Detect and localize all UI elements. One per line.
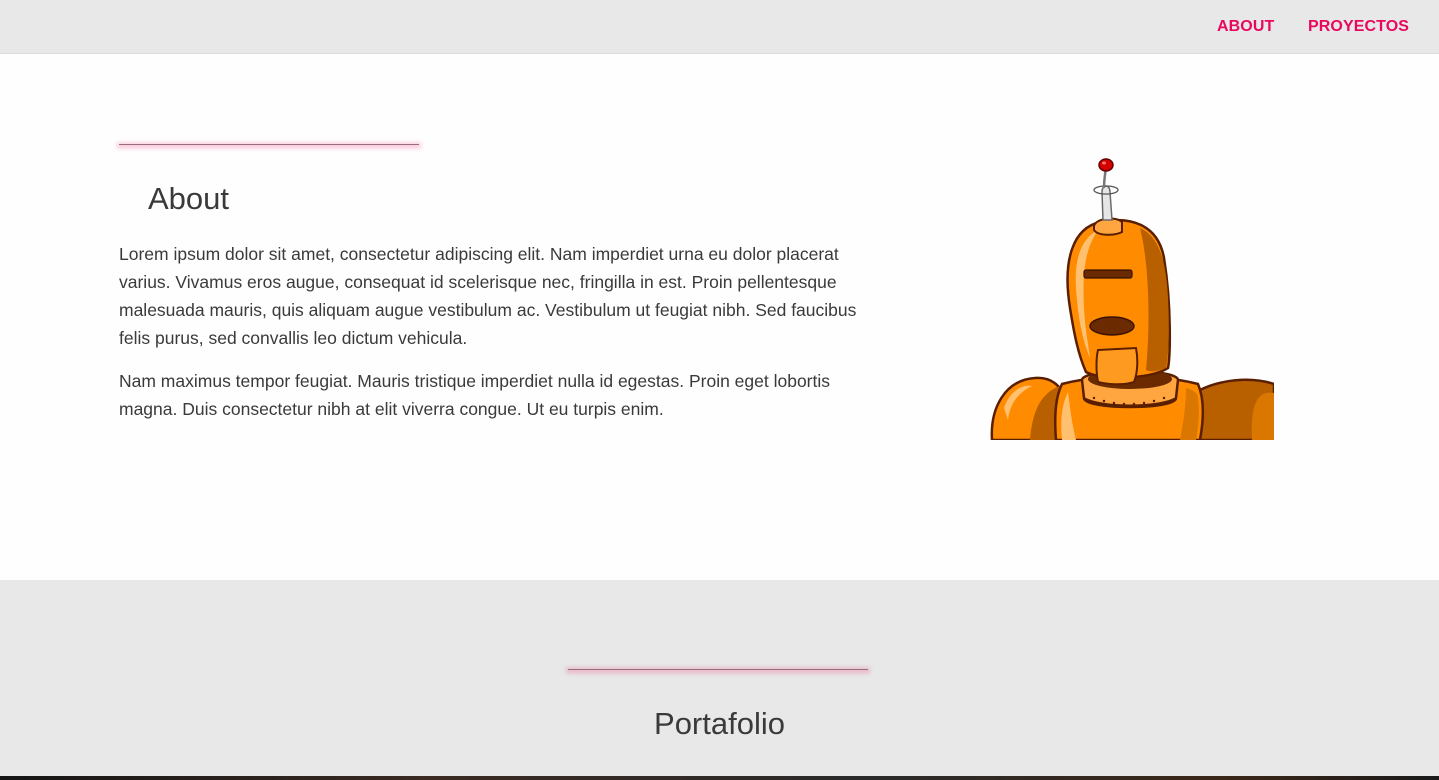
about-paragraph: Lorem ipsum dolor sit amet, consectetur … bbox=[119, 244, 857, 348]
portfolio-title: Portafolio bbox=[654, 706, 785, 741]
about-section: About Lorem ipsum dolor sit amet, consec… bbox=[0, 54, 1439, 580]
top-navbar: ABOUT PROYECTOS bbox=[0, 0, 1439, 54]
nav-link-proyectos[interactable]: PROYECTOS bbox=[1308, 18, 1409, 36]
project-images-strip bbox=[0, 776, 1439, 780]
about-title: About bbox=[148, 181, 230, 216]
about-paragraph: Nam maximus tempor feugiat. Mauris trist… bbox=[119, 371, 831, 419]
portfolio-section: Portafolio bbox=[0, 580, 1439, 776]
nav-link-about[interactable]: ABOUT bbox=[1217, 18, 1274, 36]
about-text: Lorem ipsum dolor sit amet, consectetur … bbox=[119, 240, 879, 438]
robot-illustration bbox=[990, 158, 1274, 440]
about-divider bbox=[119, 144, 419, 145]
portfolio-divider bbox=[568, 669, 868, 670]
